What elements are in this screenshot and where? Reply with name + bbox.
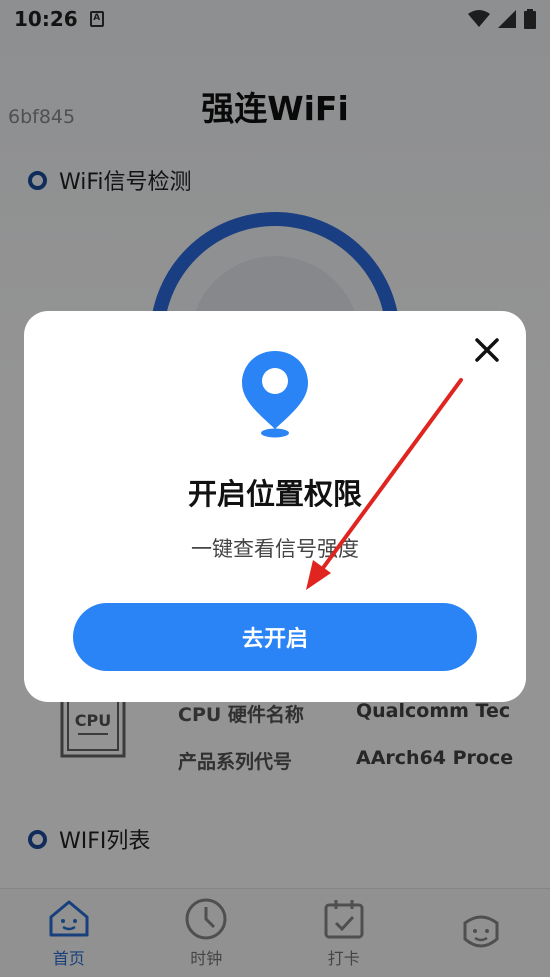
location-pin-icon <box>242 351 308 438</box>
dialog-subtitle: 一键查看信号强度 <box>191 537 359 561</box>
location-permission-dialog: 开启位置权限 一键查看信号强度 去开启 <box>24 311 526 702</box>
enable-location-button[interactable]: 去开启 <box>73 603 477 671</box>
dialog-title: 开启位置权限 <box>187 477 362 511</box>
close-icon[interactable] <box>472 335 502 365</box>
